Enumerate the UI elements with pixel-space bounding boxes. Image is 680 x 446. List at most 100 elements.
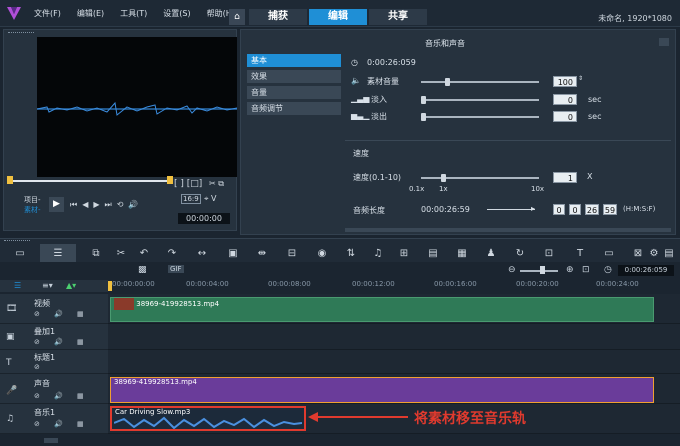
- split-track-icon[interactable]: ⇹: [256, 248, 268, 260]
- fade-in-input[interactable]: 0: [553, 94, 577, 105]
- track-controls[interactable]: ⊘: [34, 363, 40, 371]
- project-info: 未命名, 1920*1080: [598, 14, 672, 23]
- settings-icon[interactable]: ⚙: [648, 248, 660, 260]
- split-icon[interactable]: ✂ ⧉: [209, 179, 224, 189]
- export-icon[interactable]: ⊠: [632, 248, 644, 260]
- preview-timecode[interactable]: 00:00:00: [178, 213, 230, 224]
- record-icon[interactable]: ◉: [316, 248, 328, 260]
- speed-section-title: 速度: [353, 149, 369, 158]
- transport-controls[interactable]: ⏮◀▶⏭⟲🔊: [70, 200, 143, 210]
- mark-out-handle[interactable]: [167, 176, 173, 184]
- mode-project[interactable]: 项目-: [24, 195, 41, 205]
- frame-icon[interactable]: ▣: [227, 248, 239, 260]
- timeline-scrollbar[interactable]: [0, 436, 680, 446]
- menu-file[interactable]: 文件(F): [34, 8, 61, 19]
- fade-out-input[interactable]: 0: [553, 111, 577, 122]
- length-hours[interactable]: 0: [553, 204, 565, 215]
- zoom-icon[interactable]: ⌖ V: [204, 194, 217, 204]
- menu-settings[interactable]: 设置(S): [163, 8, 190, 19]
- undo-icon[interactable]: ↶: [138, 248, 150, 260]
- preview-panel: [ ] [□] ✂ ⧉ 项目- 素材- ▶ ⏮◀▶⏭⟲🔊 16:9 ⌖ V 00…: [3, 29, 238, 231]
- track-controls[interactable]: ⊘ 🔊 ▦: [34, 310, 90, 318]
- clip-volume-slider[interactable]: [421, 81, 539, 83]
- add-track-icon[interactable]: ▲▾: [66, 281, 76, 290]
- audio-clip[interactable]: 38969-419928513.mp4: [110, 377, 654, 403]
- length-frames[interactable]: 59: [603, 204, 617, 215]
- video-clip[interactable]: 38969-419928513.mp4: [110, 297, 654, 322]
- track-manager-icon[interactable]: ☰: [14, 281, 21, 290]
- timeline-timecode[interactable]: 0:00:26:059: [618, 265, 674, 276]
- home-icon[interactable]: ⌂: [229, 9, 245, 25]
- subtitle-icon[interactable]: ▭: [603, 248, 615, 260]
- timeline-view-icon: ☰: [53, 248, 63, 259]
- tab-share[interactable]: 共享: [369, 9, 427, 25]
- scroll-thumb[interactable]: [44, 438, 58, 443]
- speed-min: 0.1x: [409, 185, 425, 193]
- clip-volume-knob[interactable]: [445, 78, 450, 86]
- zoom-knob[interactable]: [540, 266, 545, 274]
- speed-input[interactable]: 1: [553, 172, 577, 183]
- trim-brackets-icon[interactable]: [ ] [□]: [174, 179, 202, 189]
- track-controls[interactable]: ⊘ 🔊 ▦: [34, 392, 90, 400]
- caption-icon[interactable]: ▤: [427, 248, 439, 260]
- length-seconds[interactable]: 26: [585, 204, 599, 215]
- scrub-bar[interactable]: [8, 180, 170, 182]
- more-icon[interactable]: ▤: [663, 248, 675, 260]
- clip-volume-input[interactable]: 100: [553, 76, 577, 87]
- music-clip[interactable]: Car Driving Slow.mp3: [110, 406, 306, 431]
- gif-icon[interactable]: GIF: [168, 265, 184, 273]
- mode-clip[interactable]: 素材-: [24, 205, 41, 215]
- motion-icon[interactable]: ⊟: [286, 248, 298, 260]
- playhead[interactable]: [108, 281, 112, 291]
- options-scrollbar[interactable]: [345, 228, 671, 232]
- menu-edit[interactable]: 编辑(E): [77, 8, 104, 19]
- speed-slider[interactable]: [421, 177, 539, 179]
- tab-capture[interactable]: 捕获: [249, 9, 307, 25]
- timeline-ruler[interactable]: 00:00:00:00 00:00:04:00 00:00:08:00 00:0…: [108, 280, 680, 292]
- fade-out-slider[interactable]: [421, 116, 539, 118]
- speed-label: 速度(0.1-10): [353, 173, 402, 182]
- track-name: 音乐1: [34, 408, 56, 417]
- ruler-tick: 00:00:24:00: [596, 280, 639, 288]
- zoom-out-icon[interactable]: ⊖: [508, 265, 516, 275]
- fade-in-knob[interactable]: [421, 96, 426, 104]
- zoom-slider[interactable]: [520, 270, 558, 272]
- sidebar-item-volume[interactable]: 音量: [247, 86, 341, 99]
- crop-icon[interactable]: ⊡: [543, 248, 555, 260]
- aspect-ratio[interactable]: 16:9: [181, 194, 201, 204]
- mark-in-handle[interactable]: [7, 176, 13, 184]
- path-icon[interactable]: ↻: [514, 248, 526, 260]
- storyboard-view-icon[interactable]: ▭: [14, 248, 26, 260]
- redo-icon[interactable]: ↷: [166, 248, 178, 260]
- chapter-menu-icon[interactable]: ≡▾: [42, 281, 53, 290]
- motion-track-icon[interactable]: ♟: [485, 248, 497, 260]
- zoom-in-icon[interactable]: ⊕: [566, 265, 574, 275]
- sidebar-item-audio-adjust[interactable]: 音频调节: [247, 102, 341, 115]
- play-button[interactable]: ▶: [49, 197, 64, 212]
- length-minutes[interactable]: 0: [569, 204, 581, 215]
- mix-icon[interactable]: ⇅: [345, 248, 357, 260]
- duration-value[interactable]: 0:00:26:059: [367, 58, 416, 67]
- sidebar-item-basic[interactable]: 基本: [247, 54, 341, 67]
- fit-icon[interactable]: ↔: [196, 248, 208, 260]
- tab-edit[interactable]: 编辑: [309, 9, 367, 25]
- clip-volume-label: 素材音量: [367, 77, 399, 86]
- scissors-icon[interactable]: ✂: [115, 248, 127, 260]
- audio-icon[interactable]: ♫: [372, 248, 384, 260]
- track-controls[interactable]: ⊘ 🔊 ▦: [34, 338, 90, 346]
- 3d-title-icon[interactable]: T: [574, 248, 586, 260]
- fade-in-slider[interactable]: [421, 99, 539, 101]
- track-controls[interactable]: ⊘ 🔊 ▦: [34, 420, 90, 428]
- speed-knob[interactable]: [441, 174, 446, 182]
- menu-tools[interactable]: 工具(T): [120, 8, 147, 19]
- mask-icon[interactable]: ▦: [456, 248, 468, 260]
- fit-timeline-icon[interactable]: ⊡: [582, 265, 590, 275]
- collapse-icon[interactable]: [659, 38, 669, 46]
- fade-out-icon: ▅▃▁: [351, 111, 370, 120]
- copy-icon[interactable]: ⧉: [90, 248, 102, 260]
- chapter-icon[interactable]: ⊞: [398, 248, 410, 260]
- image-icon[interactable]: ▩: [138, 265, 147, 275]
- sidebar-item-effects[interactable]: 效果: [247, 70, 341, 83]
- fade-out-knob[interactable]: [421, 113, 426, 121]
- volume-spinner[interactable]: ⇕: [578, 75, 583, 82]
